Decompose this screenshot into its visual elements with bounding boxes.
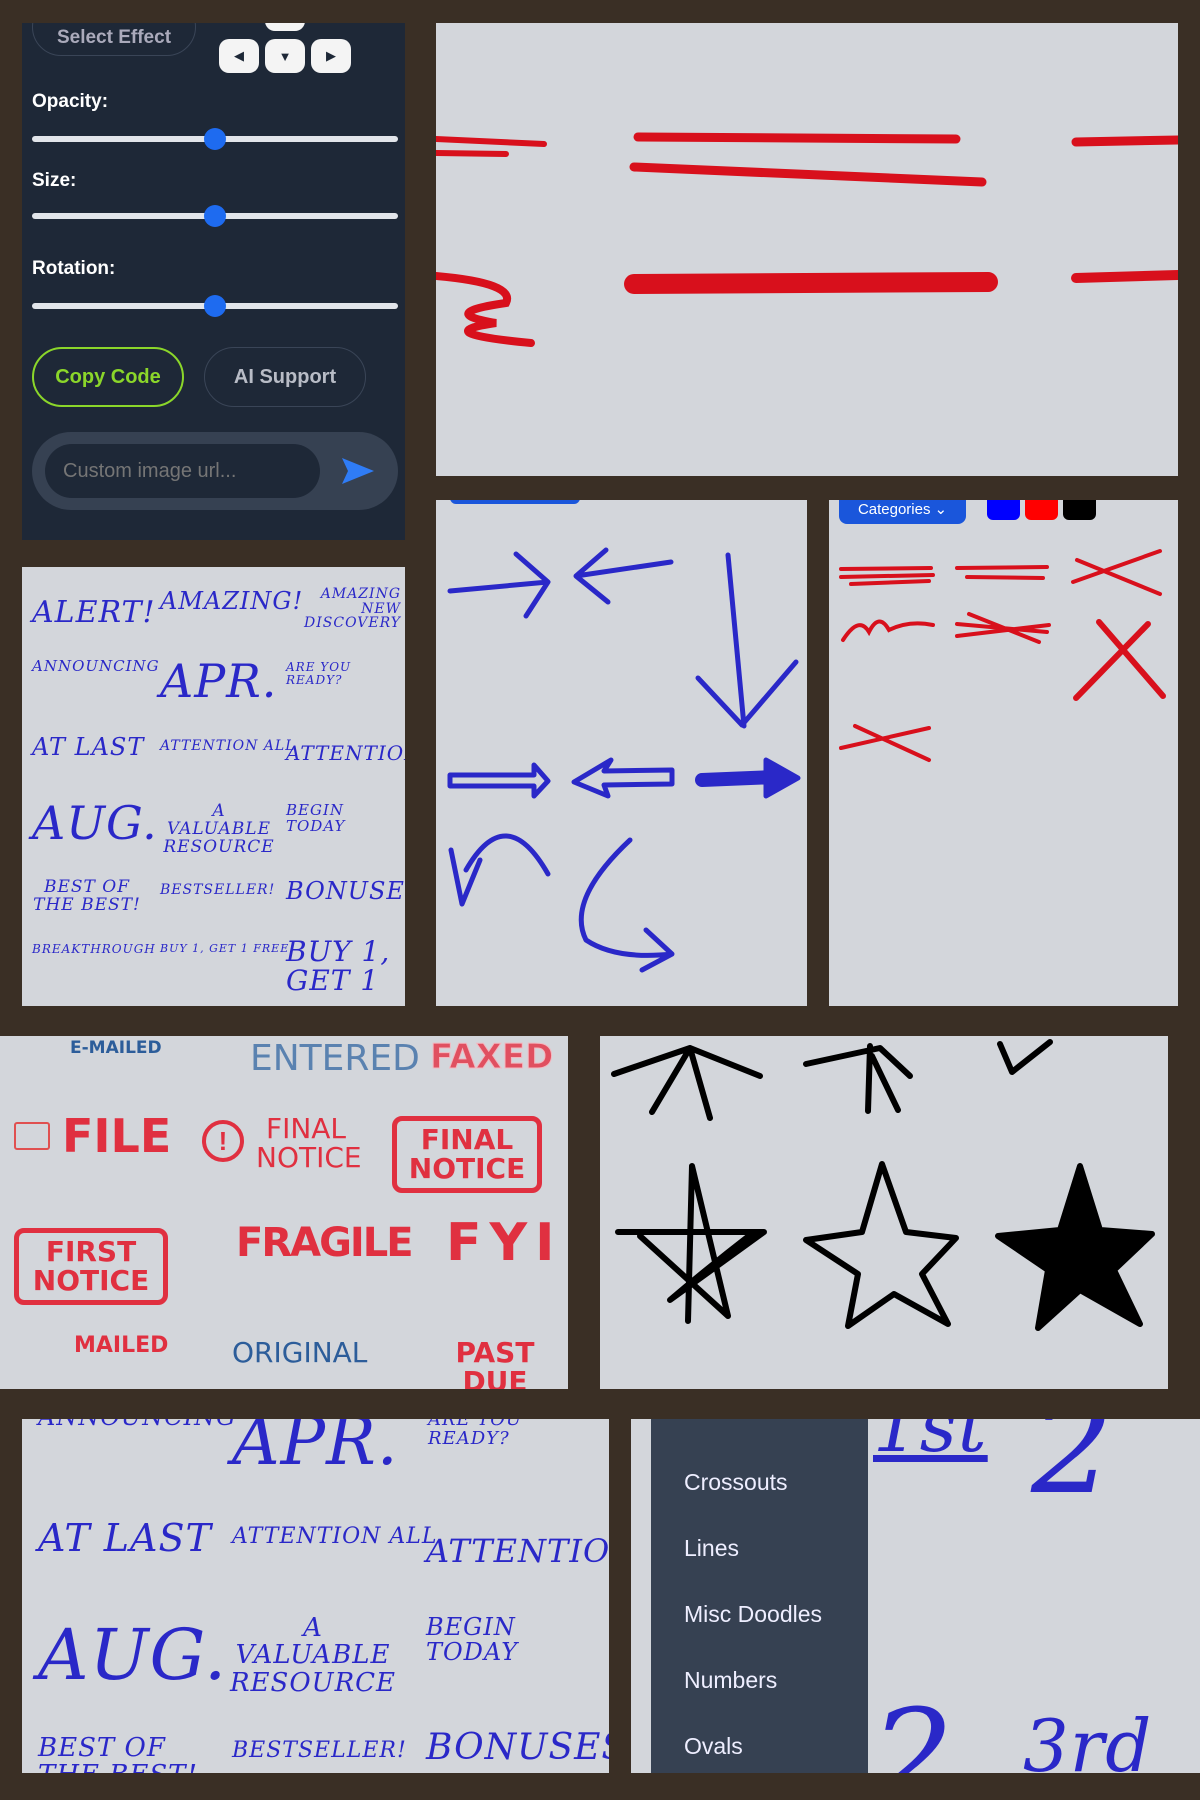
crossouts-panel: Categories ⌄ <box>829 500 1178 1006</box>
size-thumb[interactable] <box>204 205 226 227</box>
stamp-item[interactable]: ORIGINAL <box>232 1338 367 1368</box>
word-item[interactable]: Bestseller! <box>160 883 275 898</box>
red-lines-drawing <box>436 132 1178 347</box>
word-item[interactable]: Bonuses <box>426 1729 609 1767</box>
select-effect-button[interactable]: Select Effect <box>32 23 196 56</box>
category-menu: Crossouts Lines Misc Doodles Numbers Ova… <box>651 1419 868 1773</box>
effect-controls-panel: Select Effect ◀ ▼ ▶ Opacity: Size: Rotat… <box>22 23 405 540</box>
word-item[interactable]: A Valuable Resource <box>160 802 278 857</box>
words-panel: Alert! Amazing! Amazing New Discovery An… <box>22 567 405 1006</box>
word-item[interactable]: Apr. <box>160 657 277 706</box>
word-item[interactable]: Aug. <box>38 1618 227 1693</box>
word-item[interactable]: Are You Ready? <box>286 661 405 686</box>
word-item[interactable]: Alert! <box>32 597 156 629</box>
word-item[interactable]: Attention! <box>426 1534 609 1569</box>
custom-image-url-input[interactable] <box>45 444 320 498</box>
word-item[interactable]: Best of the Best! <box>38 1734 208 1773</box>
nudge-left-button[interactable]: ◀ <box>219 39 259 73</box>
word-item[interactable]: Attention All <box>160 739 296 754</box>
menu-item-lines[interactable]: Lines <box>684 1535 739 1562</box>
stamp-item[interactable]: FRAGILE <box>236 1222 414 1264</box>
word-item[interactable]: Begin Today <box>426 1614 609 1665</box>
word-item[interactable]: Buy 1, Get 1 Free! <box>160 943 295 955</box>
word-item[interactable]: Apr. <box>232 1419 399 1476</box>
stamp-item[interactable]: FINAL NOTICE <box>392 1116 542 1193</box>
word-item[interactable]: Amazing New Discovery <box>286 587 401 631</box>
word-item[interactable]: Are You Ready? <box>428 1419 609 1449</box>
rotation-slider[interactable] <box>32 295 398 317</box>
opacity-thumb[interactable] <box>204 128 226 150</box>
stars-panel <box>600 1036 1168 1389</box>
stamp-item[interactable]: MAILED <box>74 1334 168 1357</box>
menu-item-misc-doodles[interactable]: Misc Doodles <box>684 1601 822 1628</box>
alert-icon: ! <box>202 1120 244 1162</box>
arrow-doodles <box>447 547 801 973</box>
stamp-item[interactable]: PAST DUE <box>422 1338 568 1389</box>
number-item[interactable]: 1st <box>873 1419 988 1465</box>
nudge-right-button[interactable]: ▶ <box>311 39 351 73</box>
number-item[interactable]: 3rd <box>1023 1708 1152 1773</box>
opacity-label: Opacity: <box>32 91 109 112</box>
ai-support-button[interactable]: AI Support <box>204 347 366 407</box>
menu-item-ovals[interactable]: Ovals <box>684 1733 743 1760</box>
words-zoom-panel: Announcing Apr. Are You Ready? At Last A… <box>22 1419 609 1773</box>
stamp-item[interactable]: FYI <box>446 1216 563 1271</box>
word-item[interactable]: Announcing <box>32 658 160 675</box>
nudge-down-button[interactable]: ▼ <box>265 39 305 73</box>
arrows-panel <box>436 500 807 1006</box>
star-doodles <box>611 1039 1155 1331</box>
size-slider[interactable] <box>32 205 398 227</box>
stamp-item[interactable]: FINAL NOTICE <box>256 1114 362 1173</box>
stamp-item[interactable]: FILE <box>62 1112 171 1161</box>
word-item[interactable]: Best of the Best! <box>32 878 142 915</box>
word-item[interactable]: At Last <box>32 734 144 760</box>
stamp-item[interactable]: E-MAILED <box>70 1039 162 1058</box>
word-item[interactable]: Breakthrough <box>32 943 156 956</box>
nudge-up-button[interactable] <box>265 23 305 31</box>
stamps-panel: E-MAILED ENTERED FAXED FILE ! FINAL NOTI… <box>0 1036 568 1389</box>
url-bar <box>32 432 398 510</box>
word-item[interactable]: Buy 1, Get 1 <box>286 937 396 996</box>
word-item[interactable]: Amazing! <box>160 588 303 614</box>
word-item[interactable]: Bonuses <box>286 878 405 904</box>
send-icon[interactable] <box>342 458 374 484</box>
word-item[interactable]: Attention! <box>286 743 405 764</box>
crossout-doodles <box>839 549 1166 762</box>
menu-item-crossouts[interactable]: Crossouts <box>684 1469 788 1496</box>
stamp-item[interactable]: FIRST NOTICE <box>14 1228 168 1305</box>
word-item[interactable]: At Last <box>38 1518 212 1559</box>
menu-item-numbers[interactable]: Numbers <box>684 1667 777 1694</box>
opacity-slider[interactable] <box>32 128 398 150</box>
word-item[interactable]: Begin Today <box>286 802 405 835</box>
number-item[interactable]: 2 <box>871 1689 955 1773</box>
word-item[interactable]: Announcing <box>38 1419 236 1430</box>
copy-code-button[interactable]: Copy Code <box>32 347 184 407</box>
number-item[interactable]: 2 <box>1031 1419 1115 1516</box>
folder-icon <box>14 1122 50 1150</box>
word-item[interactable]: A Valuable Resource <box>228 1614 398 1697</box>
stamp-item[interactable]: ENTERED <box>250 1040 420 1078</box>
word-item[interactable]: Attention All <box>232 1525 438 1548</box>
category-menu-panel: Crossouts Lines Misc Doodles Numbers Ova… <box>631 1419 1200 1773</box>
lines-preview-canvas <box>436 23 1178 476</box>
stamp-item[interactable]: FAXED <box>429 1039 553 1076</box>
word-item[interactable]: Aug. <box>32 799 158 848</box>
rotation-label: Rotation: <box>32 258 116 279</box>
rotation-thumb[interactable] <box>204 295 226 317</box>
word-item[interactable]: Bestseller! <box>232 1739 407 1762</box>
size-label: Size: <box>32 170 77 191</box>
